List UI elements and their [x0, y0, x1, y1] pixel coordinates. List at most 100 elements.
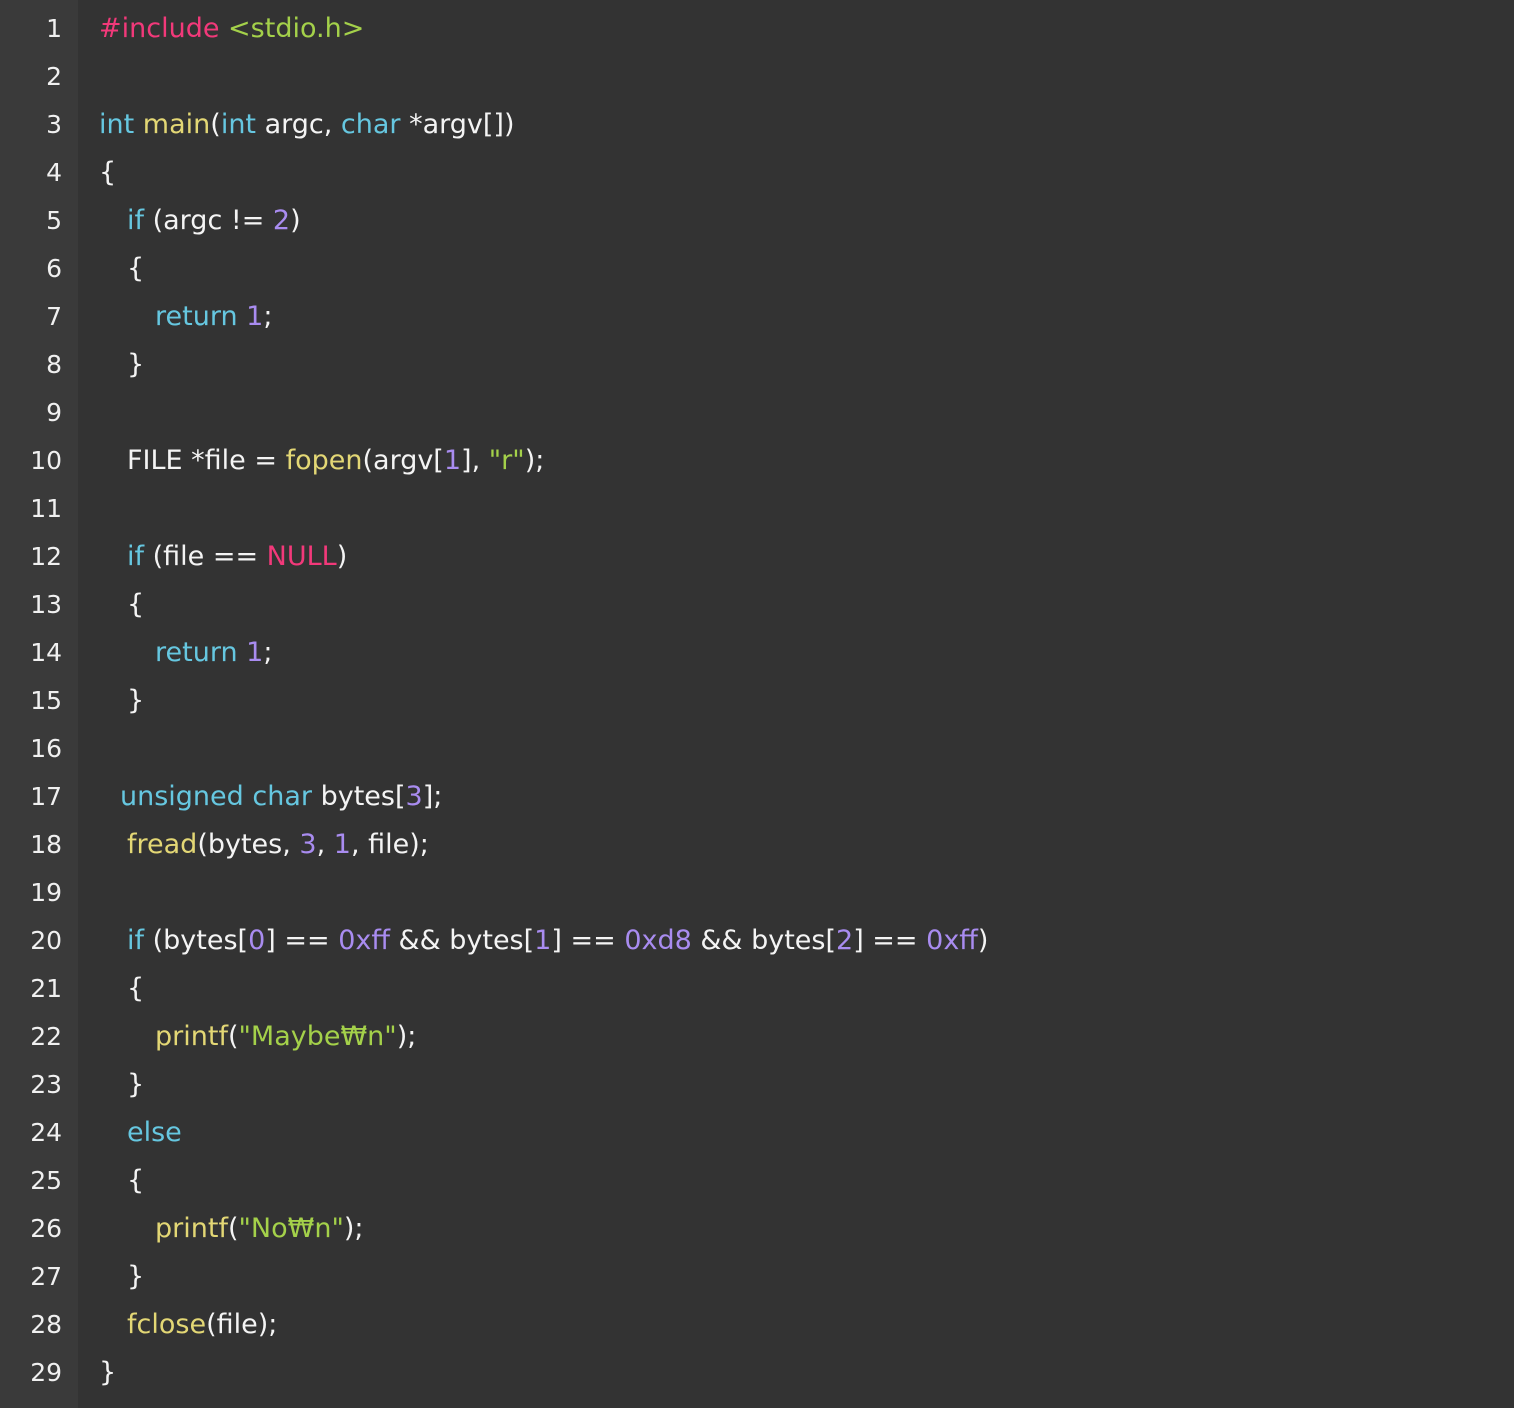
code-line: } — [99, 1349, 1514, 1397]
keyword: return — [155, 301, 238, 332]
keyword: char — [340, 109, 401, 140]
keyword: return — [155, 637, 238, 668]
string-literal: "Maybe₩n" — [238, 1021, 397, 1052]
line-number: 17 — [30, 782, 62, 811]
line-number: 14 — [30, 638, 62, 667]
code-line: int main(int argc, char *argv[]) — [99, 101, 1514, 149]
code-text: ( — [210, 109, 221, 140]
line-number: 7 — [46, 302, 62, 331]
code-line: } — [99, 677, 1514, 725]
code-text: , file); — [350, 829, 429, 860]
code-line: return 1; — [99, 629, 1514, 677]
number-literal: 3 — [405, 781, 423, 812]
line-number: 16 — [30, 734, 62, 763]
line-number: 8 — [46, 350, 62, 379]
string-literal: "No₩n" — [238, 1213, 344, 1244]
line-number: 1 — [46, 14, 62, 43]
code-line: } — [99, 341, 1514, 389]
code-text: ) — [290, 205, 301, 236]
code-text: ( — [227, 1021, 239, 1052]
code-text: , — [316, 829, 334, 860]
code-text: { — [99, 157, 117, 188]
code-line: { — [99, 245, 1514, 293]
code-text: bytes[ — [312, 781, 406, 812]
function-name: printf — [155, 1021, 228, 1052]
code-line: fclose(file); — [99, 1301, 1514, 1349]
code-text: ) — [336, 541, 348, 572]
number-literal: 1 — [333, 829, 351, 860]
code-area[interactable]: #include <stdio.h> int main(int argc, cha… — [78, 0, 1514, 1408]
code-text: (argc != — [144, 205, 273, 236]
code-text: argc, — [256, 109, 341, 140]
number-literal: 0xff — [926, 925, 978, 956]
code-line: if (bytes[0] == 0xff && bytes[1] == 0xd8… — [99, 917, 1514, 965]
code-text: ( — [227, 1213, 239, 1244]
line-number: 3 — [46, 110, 62, 139]
line-number: 21 — [30, 974, 62, 1003]
line-number: 5 — [46, 206, 62, 235]
code-text: ]; — [422, 781, 443, 812]
code-line: { — [99, 965, 1514, 1013]
line-number: 25 — [30, 1166, 62, 1195]
code-line: { — [99, 581, 1514, 629]
line-number-gutter: 1 2 3 4 5 6 7 8 9 10 11 12 13 14 15 16 17 18 19 20 21 22 23 24 2… — [0, 0, 78, 1408]
code-text: (file); — [206, 1309, 278, 1340]
code-line: printf("Maybe₩n"); — [99, 1013, 1514, 1061]
keyword: char — [252, 781, 312, 812]
code-editor: 1 2 3 4 5 6 7 8 9 10 11 12 13 14 15 16 17 18 19 20 21 22 23 24 2… — [0, 0, 1514, 1408]
code-line: else — [99, 1109, 1514, 1157]
function-name: main — [142, 109, 211, 140]
code-text: { — [127, 253, 145, 284]
code-line: if (file == NULL) — [99, 533, 1514, 581]
number-literal: 0xd8 — [624, 925, 692, 956]
code-text: (file == — [144, 541, 267, 572]
keyword: if — [127, 925, 145, 956]
code-text: ; — [263, 301, 273, 332]
line-number: 2 — [46, 62, 62, 91]
keyword: if — [127, 205, 145, 236]
code-text: *argv[]) — [400, 109, 515, 140]
code-line: printf("No₩n"); — [99, 1205, 1514, 1253]
line-number: 18 — [30, 830, 62, 859]
code-text: && bytes[ — [389, 925, 535, 956]
null-constant: NULL — [266, 541, 337, 572]
line-number: 12 — [30, 542, 62, 571]
number-literal: 2 — [836, 925, 854, 956]
code-text: } — [127, 349, 145, 380]
code-text: ] == — [551, 925, 625, 956]
line-number: 29 — [30, 1358, 62, 1387]
line-number: 26 — [30, 1214, 62, 1243]
code-text: ); — [524, 445, 545, 476]
code-text: { — [127, 1165, 145, 1196]
code-text: ] == — [265, 925, 339, 956]
function-name: fclose — [127, 1309, 207, 1340]
line-number: 4 — [46, 158, 62, 187]
number-literal: 0xff — [338, 925, 390, 956]
code-line: return 1; — [99, 293, 1514, 341]
number-literal: 1 — [443, 445, 462, 476]
keyword: unsigned — [120, 781, 244, 812]
code-text: (argv[ — [362, 445, 444, 476]
line-number: 19 — [30, 878, 62, 907]
number-literal: 0 — [248, 925, 266, 956]
code-text: } — [127, 1261, 145, 1292]
number-literal: 1 — [246, 301, 264, 332]
number-literal: 1 — [246, 637, 264, 668]
code-text: } — [99, 1357, 117, 1388]
number-literal: 1 — [534, 925, 552, 956]
line-number: 10 — [30, 446, 62, 475]
line-number: 23 — [30, 1070, 62, 1099]
code-line: FILE *file = fopen(argv[1], "r"); — [99, 437, 1514, 485]
code-text: ] == — [853, 925, 927, 956]
code-text: (bytes[ — [144, 925, 249, 956]
code-text: { — [127, 589, 145, 620]
line-number: 20 — [30, 926, 62, 955]
keyword: int — [99, 109, 135, 140]
